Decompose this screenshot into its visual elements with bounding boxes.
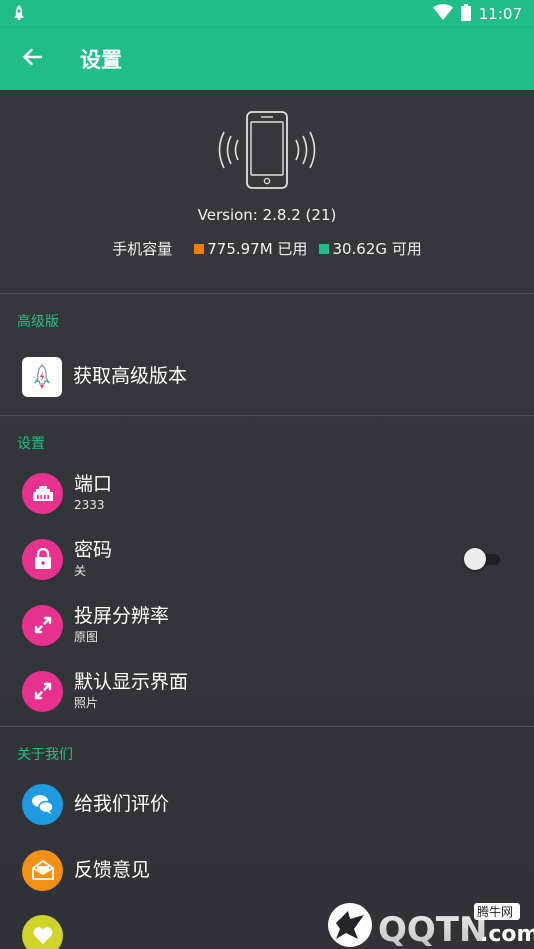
page-title: 设置 — [80, 48, 122, 72]
chat-bubbles-icon — [22, 783, 63, 825]
phone-vibrate-icon — [218, 111, 316, 189]
password-setting[interactable]: 密码 关 — [0, 526, 534, 592]
wifi-icon — [432, 4, 453, 24]
ethernet-icon — [22, 472, 63, 514]
rate-us-label: 给我们评价 — [74, 792, 170, 815]
password-value: 关 — [74, 564, 87, 578]
back-button[interactable] — [0, 28, 64, 90]
resolution-title: 投屏分辨率 — [74, 605, 170, 627]
status-bar: 11:07 — [0, 0, 534, 28]
lock-icon — [22, 538, 63, 580]
feedback-label: 反馈意见 — [74, 858, 151, 881]
watermark-cn-name: 腾牛网 — [477, 904, 513, 919]
rate-us-item[interactable]: 给我们评价 — [0, 771, 534, 837]
storage-free: 30.62G 可用 — [332, 240, 422, 258]
toggle-thumb — [464, 548, 486, 570]
settings-list[interactable]: Version: 2.8.2 (21) 手机容量 775.97M 已用 30.6… — [0, 90, 534, 949]
resolution-setting[interactable]: 投屏分辨率 原图 — [0, 592, 534, 658]
rocket-icon — [12, 4, 32, 24]
watermark-domain: .com — [480, 922, 534, 947]
resolution-value: 原图 — [74, 630, 99, 644]
get-premium-label: 获取高级版本 — [73, 365, 188, 387]
storage-used: 775.97M 已用 — [207, 240, 308, 258]
heart-icon — [22, 915, 63, 949]
storage-label: 手机容量 — [112, 240, 173, 258]
storage-info: 手机容量 775.97M 已用 30.62G 可用 — [0, 238, 534, 259]
battery-icon — [460, 3, 471, 25]
expand-arrows-icon — [22, 604, 63, 646]
password-title: 密码 — [74, 539, 113, 561]
default-view-setting[interactable]: 默认显示界面 照片 — [0, 658, 534, 724]
get-premium-item[interactable]: 获取高级版本 — [0, 338, 534, 415]
mail-open-icon — [22, 849, 63, 891]
port-value: 2333 — [74, 498, 105, 512]
watermark-brand: QQTN — [378, 910, 487, 949]
default-view-title: 默认显示界面 — [74, 671, 189, 693]
device-info-panel: Version: 2.8.2 (21) 手机容量 775.97M 已用 30.6… — [0, 90, 534, 293]
arrow-back-icon — [22, 48, 43, 70]
clock-time: 11:07 — [478, 5, 522, 23]
free-swatch — [319, 243, 330, 254]
version-text: Version: 2.8.2 (21) — [197, 206, 337, 224]
section-header-settings: 设置 — [17, 436, 45, 452]
password-toggle[interactable] — [464, 548, 500, 570]
default-view-value: 照片 — [74, 696, 99, 710]
used-swatch — [194, 243, 205, 254]
section-header-about: 关于我们 — [17, 747, 73, 763]
app-bar: 设置 — [0, 28, 534, 90]
port-setting[interactable]: 端口 2333 — [0, 460, 534, 526]
qqtn-watermark-logo: QQTN .com 腾牛网 — [328, 903, 534, 949]
port-title: 端口 — [74, 473, 113, 495]
premium-app-icon — [22, 356, 62, 397]
section-header-premium: 高级版 — [17, 314, 59, 330]
expand-arrows-icon — [22, 670, 63, 712]
